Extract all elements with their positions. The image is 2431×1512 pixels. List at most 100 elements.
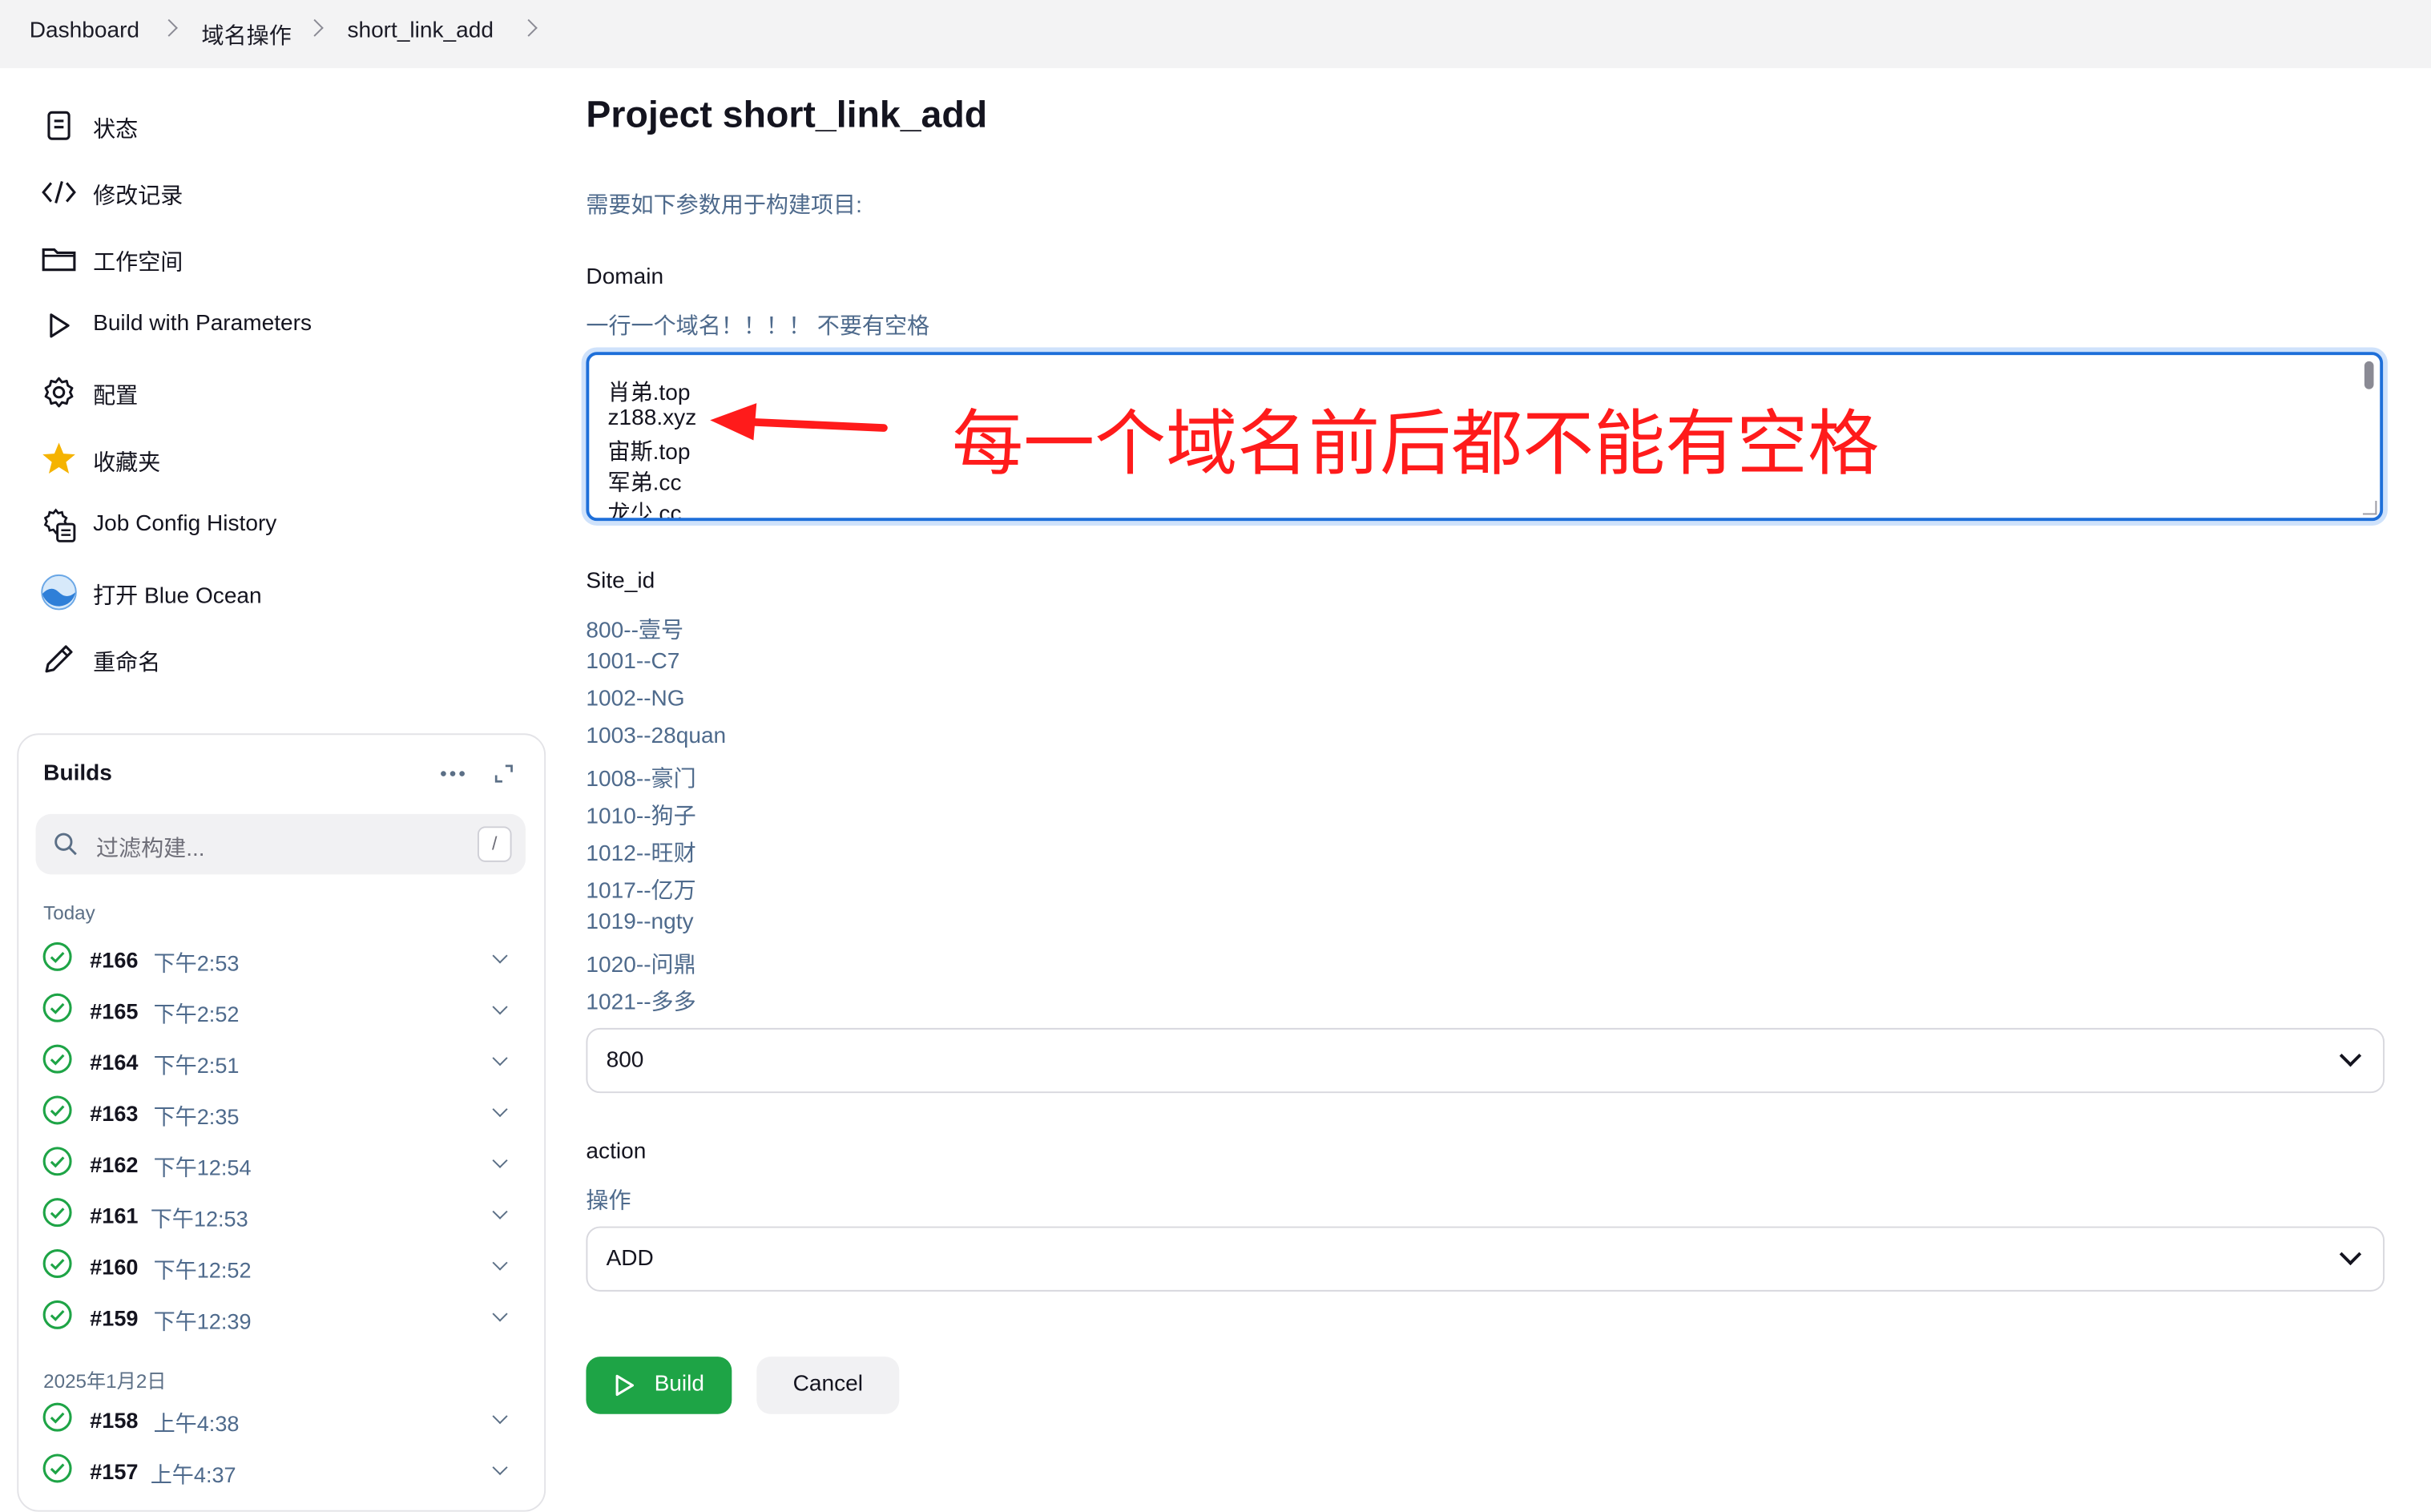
chevron-down-icon[interactable]: [492, 999, 508, 1015]
domain-line: 宙斯.top: [607, 440, 691, 466]
build-time: 下午12:39: [153, 1308, 252, 1334]
sidebar-item-job-config-history[interactable]: Job Config History: [40, 507, 276, 544]
breadcrumb: Dashboard 域名操作 short_link_add: [0, 0, 2431, 69]
site-id-option: 1010--狗子: [586, 804, 696, 830]
sidebar-item-rename[interactable]: 重命名: [40, 640, 160, 677]
filter-placeholder: 过滤构建...: [95, 837, 205, 862]
breadcrumb-folder[interactable]: 域名操作: [202, 18, 292, 51]
build-row[interactable]: #158 上午4:38: [42, 1401, 514, 1438]
sidebar-item-workspace[interactable]: 工作空间: [40, 240, 183, 277]
build-number[interactable]: #162: [90, 1152, 138, 1177]
build-number[interactable]: #157: [90, 1459, 138, 1484]
expand-icon[interactable]: [491, 761, 516, 794]
chevron-down-icon[interactable]: [492, 1050, 508, 1066]
build-time: 上午4:37: [150, 1462, 236, 1487]
build-number[interactable]: #159: [90, 1305, 138, 1330]
chevron-down-icon[interactable]: [492, 1152, 508, 1168]
chevron-down-icon[interactable]: [492, 948, 508, 964]
code-icon: [40, 174, 77, 211]
success-check-icon: [42, 1146, 73, 1184]
action-select[interactable]: ADD: [586, 1226, 2385, 1292]
site-id-selected-value: 800: [606, 1048, 644, 1074]
build-number[interactable]: #158: [90, 1408, 138, 1433]
page-description: 需要如下参数用于构建项目:: [586, 193, 862, 219]
sidebar-item-configure[interactable]: 配置: [40, 373, 138, 410]
action-label: action: [586, 1139, 647, 1165]
build-button-label: Build: [654, 1372, 704, 1397]
folder-icon: [40, 240, 77, 277]
domain-line: z188.xyz: [607, 405, 697, 431]
sidebar-item-label: 重命名: [93, 651, 161, 676]
build-time: 下午2:51: [153, 1052, 240, 1078]
cancel-button[interactable]: Cancel: [756, 1357, 900, 1414]
build-row[interactable]: #159 下午12:39: [42, 1300, 514, 1337]
site-id-option: 1001--C7: [586, 649, 680, 675]
sidebar-item-status[interactable]: 状态: [40, 107, 138, 144]
sidebar-item-label: 收藏夹: [93, 451, 161, 477]
more-options-icon[interactable]: [439, 761, 467, 794]
chevron-down-icon: [2339, 1045, 2362, 1067]
chevron-down-icon[interactable]: [492, 1101, 508, 1118]
sidebar-item-changes[interactable]: 修改记录: [40, 174, 183, 211]
pencil-icon: [40, 640, 77, 677]
sidebar-item-favorites[interactable]: 收藏夹: [40, 441, 160, 478]
build-group-label: 2025年1月2日: [43, 1370, 167, 1393]
build-number[interactable]: #163: [90, 1101, 138, 1126]
blue-ocean-icon: [40, 574, 77, 611]
breadcrumb-project[interactable]: short_link_add: [347, 18, 494, 43]
build-group-label: Today: [43, 902, 95, 925]
build-row[interactable]: #166 下午2:53: [42, 941, 514, 978]
annotation-text: 每一个域名前后都不能有空格: [952, 403, 1880, 484]
site-id-option: 1003--28quan: [586, 724, 727, 749]
site-id-option: 1019--ngty: [586, 909, 694, 935]
build-number[interactable]: #165: [90, 998, 138, 1023]
site-id-option: 1012--旺财: [586, 841, 696, 867]
build-time: 下午12:54: [153, 1155, 252, 1180]
success-check-icon: [42, 1453, 73, 1491]
textarea-scrollbar[interactable]: [2364, 361, 2374, 389]
breadcrumb-dashboard[interactable]: Dashboard: [30, 18, 139, 43]
success-check-icon: [42, 1043, 73, 1082]
chevron-down-icon[interactable]: [492, 1306, 508, 1322]
domain-line: 肖弟.top: [607, 381, 691, 406]
site-id-option: 1020--问鼎: [586, 954, 696, 978]
site-id-option: 1008--豪门: [586, 767, 696, 792]
build-row[interactable]: #160 下午12:52: [42, 1248, 514, 1285]
chevron-down-icon[interactable]: [492, 1204, 508, 1220]
breadcrumb-separator-icon[interactable]: [519, 18, 538, 37]
build-filter-input[interactable]: 过滤构建... /: [35, 813, 526, 875]
build-button[interactable]: Build: [586, 1357, 732, 1414]
site-id-select[interactable]: 800: [586, 1027, 2385, 1094]
build-time: 上午4:38: [153, 1410, 240, 1436]
build-row[interactable]: #162 下午12:54: [42, 1146, 514, 1183]
build-number[interactable]: #160: [90, 1254, 138, 1279]
sidebar-item-label: Job Config History: [93, 511, 277, 537]
build-row[interactable]: #164 下午2:51: [42, 1043, 514, 1080]
document-icon: [40, 107, 77, 144]
gear-icon: [40, 373, 77, 410]
success-check-icon: [42, 1248, 73, 1287]
sidebar-item-build-with-parameters[interactable]: Build with Parameters: [40, 307, 312, 344]
success-check-icon: [42, 941, 73, 980]
sidebar-item-label: 修改记录: [93, 184, 183, 210]
chevron-down-icon[interactable]: [492, 1459, 508, 1476]
red-arrow-annotation: [710, 403, 888, 441]
breadcrumb-separator-icon: [159, 18, 178, 37]
chevron-down-icon: [2339, 1243, 2362, 1266]
build-time: 下午12:53: [150, 1206, 248, 1232]
build-time: 下午12:52: [153, 1257, 252, 1283]
build-number[interactable]: #161: [90, 1204, 138, 1228]
sidebar-item-label: 打开 Blue Ocean: [93, 584, 262, 610]
build-row[interactable]: #165 下午2:52: [42, 992, 514, 1029]
chevron-down-icon[interactable]: [492, 1255, 508, 1271]
sidebar-item-blue-ocean[interactable]: 打开 Blue Ocean: [40, 574, 262, 611]
build-row[interactable]: #157 上午4:37: [42, 1453, 514, 1490]
build-row[interactable]: #161 下午12:53: [42, 1197, 514, 1234]
build-row[interactable]: #163 下午2:35: [42, 1095, 514, 1131]
build-number[interactable]: #164: [90, 1050, 138, 1075]
build-number[interactable]: #166: [90, 947, 138, 972]
chevron-down-icon[interactable]: [492, 1409, 508, 1425]
domain-line: 军弟.cc: [607, 471, 682, 497]
site-id-label: Site_id: [586, 569, 655, 595]
resize-grip-icon[interactable]: [2362, 501, 2377, 515]
